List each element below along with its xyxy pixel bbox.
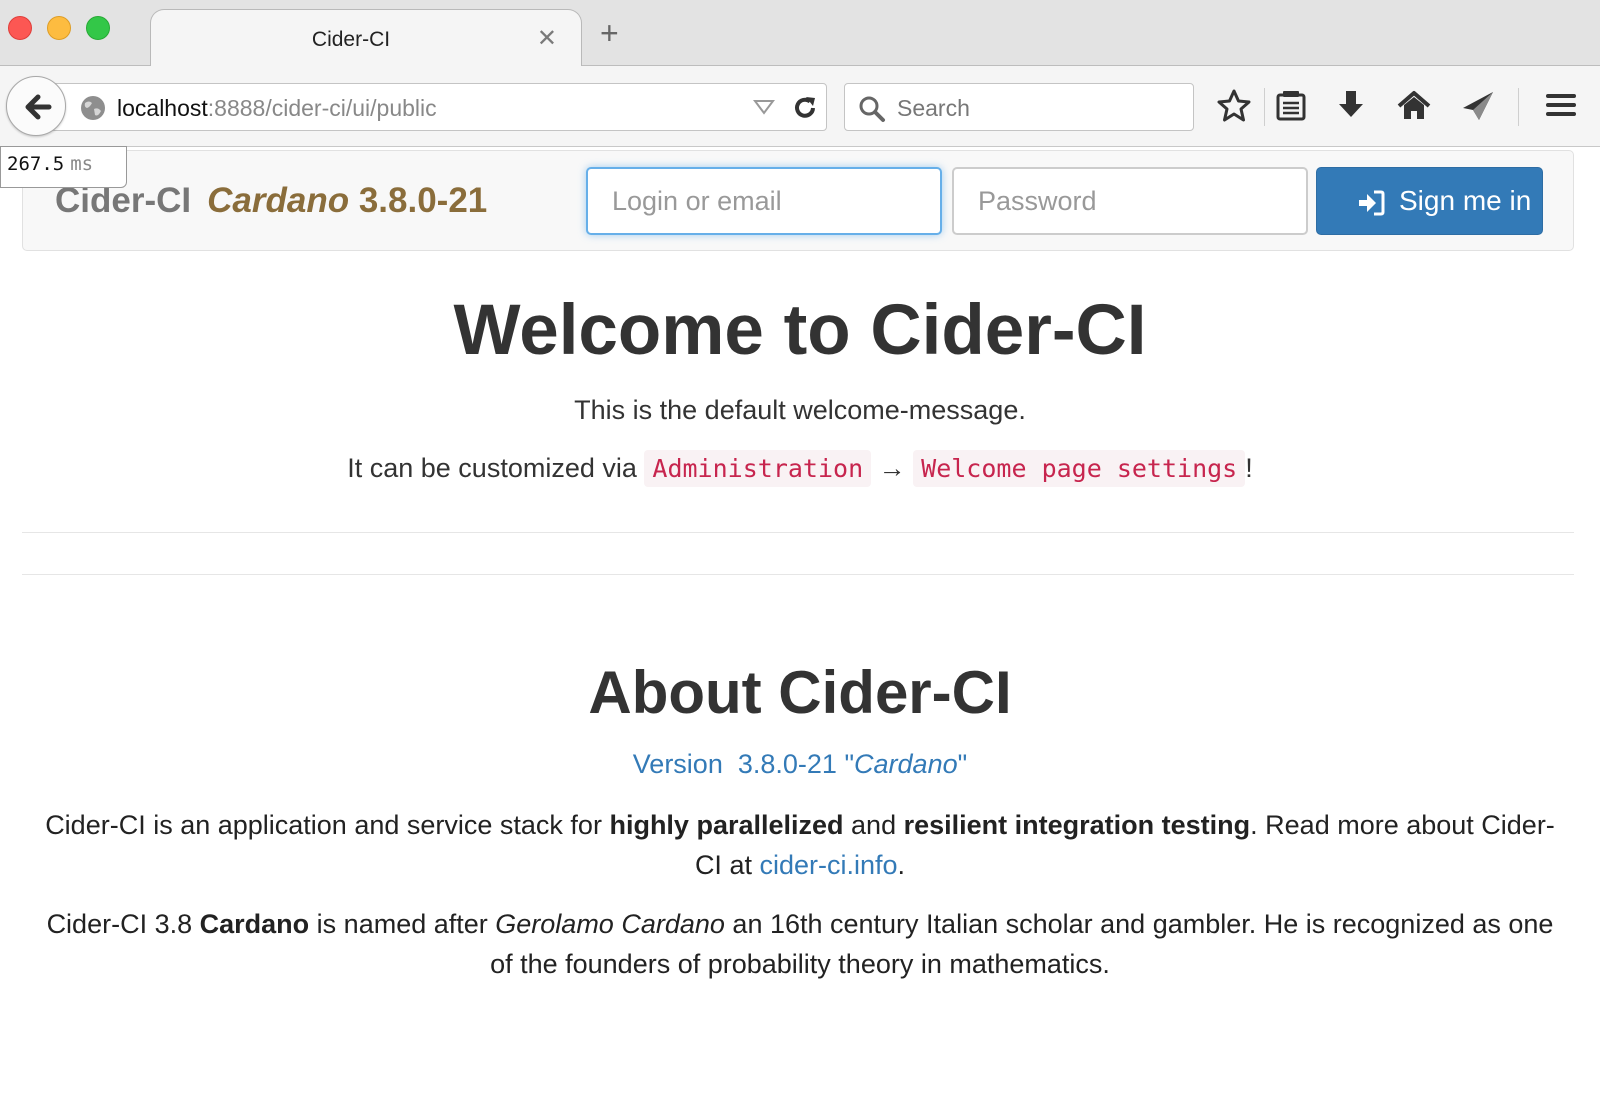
reading-list-icon[interactable] (1274, 88, 1308, 124)
search-placeholder: Search (897, 95, 970, 121)
administration-code: Administration (644, 450, 872, 487)
tab-close-icon[interactable]: ✕ (537, 24, 557, 53)
back-arrow-icon (25, 94, 52, 120)
about-text: and (851, 810, 897, 840)
sign-in-button[interactable]: Sign me in (1316, 167, 1543, 235)
app-navbar: Cider-CICardano 3.8.0-21 Sign me in (22, 150, 1574, 251)
browser-tab-bar: Cider-CI ✕ + (0, 0, 1600, 67)
divider (22, 574, 1574, 575)
about-paragraph: Cider-CI is an application and service s… (40, 805, 1560, 885)
reload-icon[interactable] (791, 94, 819, 122)
highlight-resilient: resilient integration testing (903, 810, 1251, 840)
cardano-italic: Gerolamo Cardano (495, 909, 725, 939)
customize-hint: It can be customized via Administration … (0, 450, 1600, 487)
password-input[interactable] (952, 167, 1308, 235)
toolbar-separator (1518, 88, 1519, 126)
cardano-text: is named after (316, 909, 488, 939)
customize-prefix: It can be customized via (347, 453, 637, 483)
timing-badge: 267.5 ms (0, 146, 127, 188)
cider-ci-info-link[interactable]: cider-ci.info (759, 850, 897, 880)
browser-nav-bar: localhost:8888/cider-ci/ui/public Search (0, 66, 1600, 147)
globe-icon (81, 96, 105, 120)
about-text: Cider-CI is an application and service s… (45, 810, 602, 840)
timing-value: 267.5 (7, 153, 65, 175)
welcome-title: Welcome to Cider-CI (453, 291, 1147, 370)
welcome-settings-code: Welcome page settings (913, 450, 1246, 487)
version-label: Version (632, 749, 723, 779)
minimize-window-button[interactable] (47, 16, 71, 40)
close-window-button[interactable] (8, 16, 32, 40)
tab-title: Cider-CI (311, 28, 391, 51)
cardano-paragraph: Cider-CI 3.8 Cardano is named after Gero… (40, 904, 1560, 984)
release-version: 3.8.0-21 (358, 181, 488, 220)
url-path: :8888/cider-ci/ui/public (207, 95, 437, 121)
release-name: Cardano (207, 181, 350, 220)
url-text: localhost:8888/cider-ci/ui/public (117, 95, 437, 122)
home-icon[interactable] (1396, 88, 1432, 124)
cardano-text: Cider-CI 3.8 (46, 909, 193, 939)
sign-in-label: Sign me in (1399, 185, 1532, 216)
brand-release: Cardano 3.8.0-21 (207, 181, 487, 220)
version-name: Cardano (854, 749, 958, 779)
search-bar[interactable]: Search (844, 83, 1194, 131)
new-tab-button[interactable]: + (600, 17, 619, 49)
login-input[interactable] (586, 167, 942, 235)
timing-unit: ms (70, 153, 94, 175)
hamburger-menu-icon[interactable] (1544, 88, 1578, 122)
search-icon (859, 96, 885, 122)
star-icon[interactable] (1216, 88, 1252, 124)
dropdown-icon[interactable] (753, 98, 775, 116)
welcome-message: This is the default welcome-message. (574, 395, 1026, 425)
toolbar-separator (1264, 88, 1265, 126)
browser-tab[interactable]: Cider-CI ✕ (150, 9, 582, 67)
download-icon[interactable] (1334, 88, 1368, 124)
sign-in-icon (1359, 190, 1385, 216)
version-number: 3.8.0-21 (737, 749, 837, 779)
about-text: . (897, 850, 906, 880)
customize-suffix: ! (1245, 453, 1253, 483)
about-title: About Cider-CI (588, 659, 1012, 726)
zoom-window-button[interactable] (86, 16, 110, 40)
divider (22, 532, 1574, 533)
arrow-glyph: → (878, 453, 906, 483)
send-icon[interactable] (1460, 88, 1496, 124)
back-button[interactable] (6, 76, 66, 136)
url-bar[interactable]: localhost:8888/cider-ci/ui/public (50, 83, 827, 131)
cardano-bold: Cardano (199, 909, 310, 939)
url-host: localhost (117, 95, 208, 121)
version-link[interactable]: Version 3.8.0-21 "Cardano" (0, 749, 1600, 780)
highlight-parallelized: highly parallelized (609, 810, 844, 840)
